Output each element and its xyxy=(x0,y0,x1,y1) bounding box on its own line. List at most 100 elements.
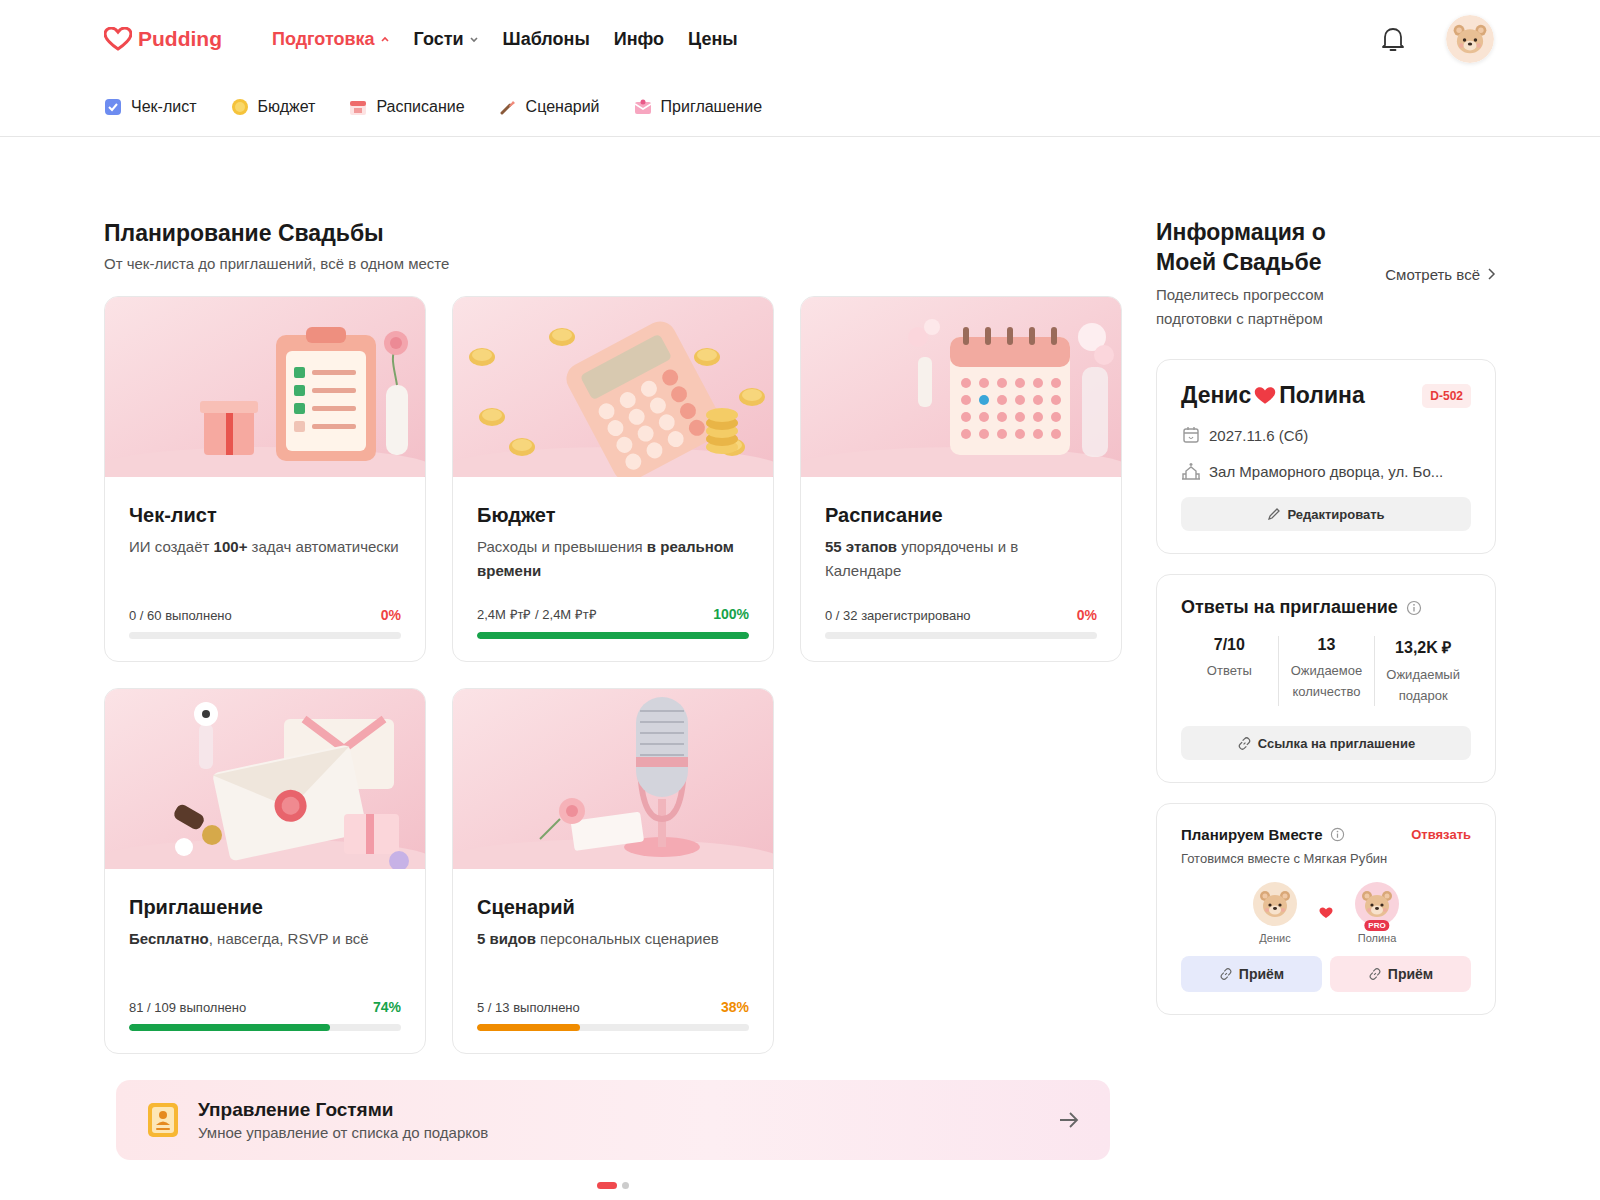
pagination xyxy=(104,1182,1122,1189)
main: Планирование Свадьбы От чек-листа до при… xyxy=(104,137,1496,1189)
logo[interactable]: Pudding xyxy=(104,27,222,51)
card-title: Чек-лист xyxy=(129,501,401,529)
user-avatar[interactable] xyxy=(1446,15,1494,63)
card-title: Расписание xyxy=(825,501,1097,529)
progress-bar xyxy=(477,632,749,639)
d-day-badge: D-502 xyxy=(1422,384,1471,408)
reception-button[interactable]: Приём xyxy=(1181,956,1322,992)
progress-text: 2,4M ₽т₽ / 2,4M ₽т₽ xyxy=(477,605,597,623)
chevron-right-icon xyxy=(1486,268,1496,280)
coin-icon xyxy=(231,98,249,116)
progress-bar xyxy=(129,1024,401,1031)
feature-card[interactable]: Сценарий 5 видов персональных сценариев … xyxy=(452,688,774,1054)
wedding-date: 2027.11.6 (Сб) xyxy=(1181,425,1471,445)
card-description: Расходы и превышения в реальном времени xyxy=(477,535,749,583)
rsvp-stats: 7/10 Ответы13 Ожидаемое количество13,2K … xyxy=(1181,636,1471,706)
feature-card[interactable]: Расписание 55 этапов упорядочены и в Кал… xyxy=(800,296,1122,662)
card-description: 5 видов персональных сценариев xyxy=(477,927,749,951)
chevron-up-icon xyxy=(380,34,390,44)
header: Pudding Подготовка Гости Шаблоны Инфо Це… xyxy=(0,0,1600,78)
progress-fill xyxy=(129,1024,330,1031)
heart-icon xyxy=(1319,907,1333,919)
card-image xyxy=(105,297,425,477)
partners: Денис PRO Полина xyxy=(1181,882,1471,944)
together-title: Планируем Вместе xyxy=(1181,826,1345,843)
subnav-item[interactable]: Бюджет xyxy=(231,98,316,116)
progress-percent: 0% xyxy=(1077,607,1097,623)
card-image xyxy=(105,689,425,869)
invitation-link-button[interactable]: Ссылка на приглашение xyxy=(1181,726,1471,760)
unlink-button[interactable]: Отвязать xyxy=(1411,827,1471,842)
reception-button[interactable]: Приём xyxy=(1330,956,1471,992)
link-icon xyxy=(1219,967,1233,981)
chapel-icon xyxy=(1181,461,1201,481)
arrow-right-icon xyxy=(1058,1111,1080,1129)
invitation-illustration xyxy=(105,689,425,869)
progress-text: 0 / 60 выполнено xyxy=(129,608,232,623)
subnav-item[interactable]: Приглашение xyxy=(634,98,762,116)
progress-fill xyxy=(477,632,749,639)
chevron-down-icon xyxy=(469,34,479,44)
nav-item[interactable]: Шаблоны xyxy=(503,29,590,50)
nav-item[interactable]: Гости xyxy=(414,29,479,50)
card-description: Бесплатно, навсегда, RSVP и всё xyxy=(129,927,401,951)
planning-section: Планирование Свадьбы От чек-листа до при… xyxy=(104,217,1122,1189)
rsvp-stat: 13 Ожидаемое количество xyxy=(1278,636,1375,706)
subnav: Чек-лист Бюджет Расписание Сценарий Приг… xyxy=(0,78,1600,137)
progress-bar xyxy=(477,1024,749,1031)
info-subtitle: Поделитесь прогрессом подготовки с партн… xyxy=(1156,283,1346,331)
progress-bar xyxy=(825,632,1097,639)
card-image xyxy=(801,297,1121,477)
progress-text: 5 / 13 выполнено xyxy=(477,1000,580,1015)
envelope-icon xyxy=(634,98,652,116)
bear-avatar-icon xyxy=(1253,882,1297,926)
feature-card[interactable]: Бюджет Расходы и превышения в реальном в… xyxy=(452,296,774,662)
together-subtitle: Готовимся вместе с Мягкая Рубин xyxy=(1181,851,1471,866)
progress-percent: 100% xyxy=(713,606,749,622)
rsvp-title: Ответы на приглашение xyxy=(1181,597,1471,618)
feature-card[interactable]: Чек-лист ИИ создаёт 100+ задач автоматич… xyxy=(104,296,426,662)
nav-item[interactable]: Подготовка xyxy=(272,29,390,50)
guest-banner[interactable]: Управление Гостями Умное управление от с… xyxy=(116,1080,1110,1160)
guest-banner-title: Управление Гостями xyxy=(198,1097,1040,1123)
subnav-item[interactable]: Чек-лист xyxy=(104,98,197,116)
wedding-info: Информация о Моей Свадьбе Поделитесь про… xyxy=(1156,217,1496,1189)
guest-banner-subtitle: Умное управление от списка до подарков xyxy=(198,1123,1040,1143)
subnav-item[interactable]: Расписание xyxy=(349,98,464,116)
wedding-venue: Зал Мраморного дворца, ул. Бо... xyxy=(1181,461,1471,481)
pro-badge: PRO xyxy=(1364,920,1389,931)
feature-card[interactable]: Приглашение Бесплатно, навсегда, RSVP и … xyxy=(104,688,426,1054)
brush-icon xyxy=(499,98,517,116)
link-icon xyxy=(1368,967,1382,981)
schedule-illustration xyxy=(801,297,1121,477)
info-icon[interactable] xyxy=(1330,827,1345,842)
nav-item[interactable]: Инфо xyxy=(614,29,664,50)
link-icon xyxy=(1237,736,1252,751)
card-image xyxy=(453,689,773,869)
pagination-dot[interactable] xyxy=(597,1182,617,1189)
pagination-dot[interactable] xyxy=(622,1182,629,1189)
card-image xyxy=(453,297,773,477)
partner: Денис xyxy=(1253,882,1297,944)
progress-text: 0 / 32 зарегистрировано xyxy=(825,608,971,623)
subnav-item[interactable]: Сценарий xyxy=(499,98,600,116)
card-description: 55 этапов упорядочены и в Календаре xyxy=(825,535,1097,583)
guest-list-icon xyxy=(146,1101,180,1139)
wedding-card: Денис Полина D-502 2027.11.6 (Сб) Зал Мр… xyxy=(1156,359,1496,554)
scenario-illustration xyxy=(453,689,773,869)
partner: PRO Полина xyxy=(1355,882,1399,944)
view-all-link[interactable]: Смотреть всё xyxy=(1385,266,1496,283)
heart-icon xyxy=(1254,386,1276,406)
bell-icon[interactable] xyxy=(1380,25,1406,53)
together-card: Планируем Вместе Отвязать Готовимся вмес… xyxy=(1156,803,1496,1015)
info-icon[interactable] xyxy=(1406,600,1422,616)
checklist-illustration xyxy=(105,297,425,477)
edit-button[interactable]: Редактировать xyxy=(1181,497,1471,531)
rsvp-card: Ответы на приглашение 7/10 Ответы13 Ожид… xyxy=(1156,574,1496,783)
calendar-icon xyxy=(1181,425,1201,445)
main-nav: Подготовка Гости Шаблоны Инфо Цены xyxy=(272,29,738,50)
budget-illustration xyxy=(453,297,773,477)
couple-names: Денис Полина xyxy=(1181,382,1365,409)
checkbox-icon xyxy=(104,98,122,116)
nav-item[interactable]: Цены xyxy=(688,29,738,50)
